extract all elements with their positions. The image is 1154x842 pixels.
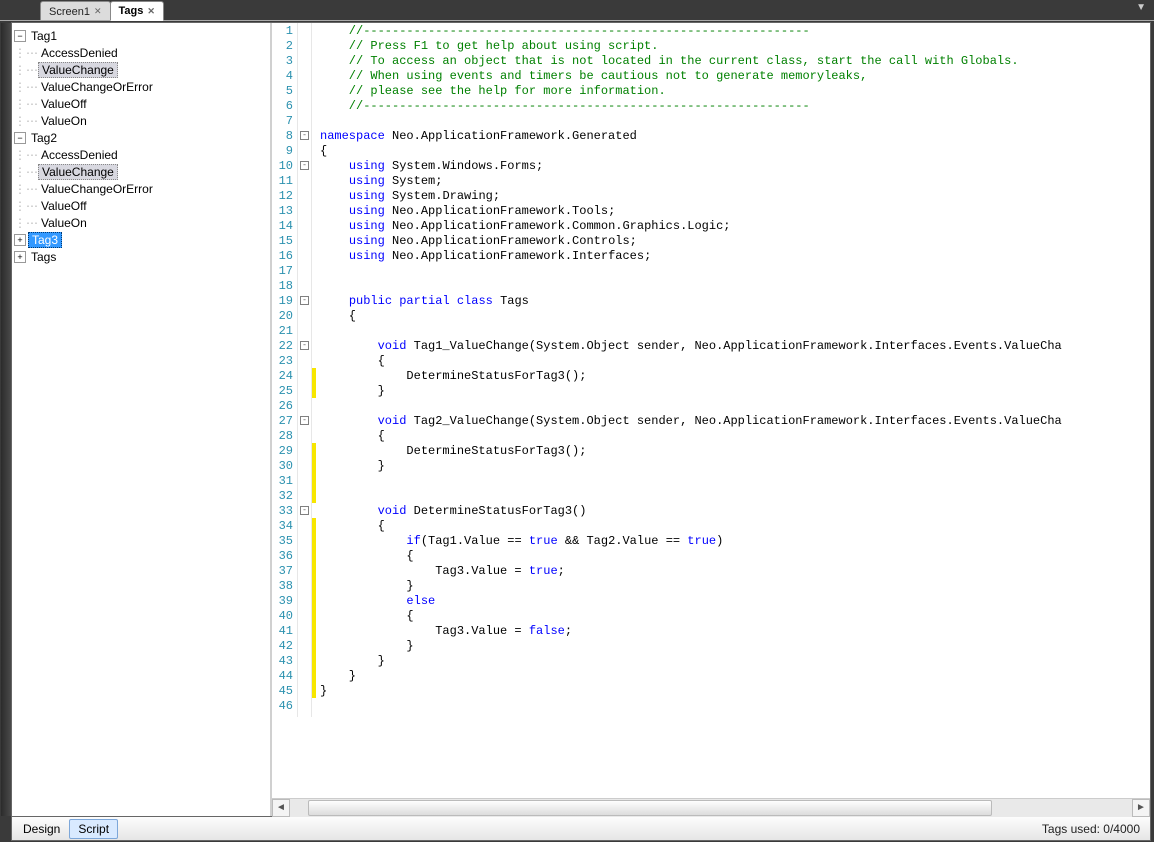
tree-label: ValueChange bbox=[38, 62, 118, 78]
tree-label: Tag1 bbox=[28, 29, 60, 43]
expand-icon[interactable]: + bbox=[14, 234, 26, 246]
tree-node-accessdenied[interactable]: ⋮⋯AccessDenied bbox=[14, 146, 270, 163]
mode-label: Script bbox=[78, 822, 109, 836]
collapse-icon[interactable]: − bbox=[14, 30, 26, 42]
tree-label: ValueOff bbox=[38, 97, 90, 111]
tree-node-valueon[interactable]: ⋮⋯ValueOn bbox=[14, 112, 270, 129]
tree-node-valuechangeorerror[interactable]: ⋮⋯ValueChangeOrError bbox=[14, 180, 270, 197]
tree-node-valuechangeorerror[interactable]: ⋮⋯ValueChangeOrError bbox=[14, 78, 270, 95]
tree-node-valueon[interactable]: ⋮⋯ValueOn bbox=[14, 214, 270, 231]
collapse-icon[interactable]: − bbox=[14, 132, 26, 144]
tree-label: ValueChangeOrError bbox=[38, 80, 156, 94]
code-text[interactable]: //--------------------------------------… bbox=[316, 23, 1062, 717]
close-icon[interactable]: ✕ bbox=[147, 6, 155, 17]
object-tree[interactable]: − Tag1 ⋮⋯AccessDenied ⋮⋯ValueChange ⋮⋯Va… bbox=[12, 23, 272, 816]
tree-node-tags[interactable]: + Tags bbox=[14, 248, 270, 265]
tree-node-valueoff[interactable]: ⋮⋯ValueOff bbox=[14, 197, 270, 214]
document-tab-strip: Screen1 ✕ Tags ✕ ▼ bbox=[0, 0, 1154, 21]
tree-label: Tags bbox=[28, 250, 59, 264]
mode-tabs: Design Script bbox=[12, 817, 118, 840]
scroll-right-icon[interactable]: ► bbox=[1132, 799, 1150, 817]
horizontal-scrollbar[interactable]: ◄ ► bbox=[272, 798, 1150, 816]
tree-label: AccessDenied bbox=[38, 148, 121, 162]
tab-label: Screen1 bbox=[49, 6, 90, 18]
tree-label: ValueOn bbox=[38, 216, 90, 230]
fold-toggle[interactable]: - bbox=[300, 296, 309, 305]
scroll-thumb[interactable] bbox=[308, 800, 992, 816]
scroll-track[interactable] bbox=[290, 799, 1132, 817]
code-scroll[interactable]: 1234567891011121314151617181920212223242… bbox=[272, 23, 1150, 798]
tab-screen1[interactable]: Screen1 ✕ bbox=[40, 1, 111, 21]
mode-design[interactable]: Design bbox=[14, 819, 69, 839]
tree-node-tag2[interactable]: − Tag2 bbox=[14, 129, 270, 146]
tree-node-valueoff[interactable]: ⋮⋯ValueOff bbox=[14, 95, 270, 112]
bottom-bar: Design Script Tags used: 0/4000 bbox=[11, 817, 1151, 841]
line-number-gutter: 1234567891011121314151617181920212223242… bbox=[272, 23, 298, 717]
tree-node-accessdenied[interactable]: ⋮⋯AccessDenied bbox=[14, 44, 270, 61]
tree-node-valuechange[interactable]: ⋮⋯ValueChange bbox=[14, 163, 270, 180]
tree-label: ValueChangeOrError bbox=[38, 182, 156, 196]
tree-label: ValueChange bbox=[38, 164, 118, 180]
tree-node-valuechange[interactable]: ⋮⋯ValueChange bbox=[14, 61, 270, 78]
close-icon[interactable]: ✕ bbox=[94, 6, 102, 17]
fold-toggle[interactable]: - bbox=[300, 506, 309, 515]
tree-label: ValueOff bbox=[38, 199, 90, 213]
tab-label: Tags bbox=[119, 5, 144, 17]
tab-tags[interactable]: Tags ✕ bbox=[110, 1, 164, 21]
app-root: Screen1 ✕ Tags ✕ ▼ − Tag1 ⋮⋯AccessDenied… bbox=[0, 0, 1154, 842]
fold-toggle[interactable]: - bbox=[300, 416, 309, 425]
tree-node-tag3[interactable]: + Tag3 bbox=[14, 231, 270, 248]
work-area: − Tag1 ⋮⋯AccessDenied ⋮⋯ValueChange ⋮⋯Va… bbox=[11, 22, 1151, 817]
tree-label: ValueOn bbox=[38, 114, 90, 128]
mode-label: Design bbox=[23, 822, 60, 836]
fold-gutter[interactable]: - - - - - - bbox=[298, 23, 312, 717]
mode-script[interactable]: Script bbox=[69, 819, 118, 839]
scroll-left-icon[interactable]: ◄ bbox=[272, 799, 290, 817]
tree-node-tag1[interactable]: − Tag1 bbox=[14, 27, 270, 44]
expand-icon[interactable]: + bbox=[14, 251, 26, 263]
tree-label: Tag3 bbox=[28, 232, 62, 248]
fold-toggle[interactable]: - bbox=[300, 341, 309, 350]
dock-rail bbox=[1, 23, 11, 816]
tree-label: AccessDenied bbox=[38, 46, 121, 60]
fold-toggle[interactable]: - bbox=[300, 131, 309, 140]
fold-toggle[interactable]: - bbox=[300, 161, 309, 170]
status-text: Tags used: 0/4000 bbox=[1042, 822, 1150, 836]
tab-menu-icon[interactable]: ▼ bbox=[1136, 2, 1146, 13]
code-editor[interactable]: 1234567891011121314151617181920212223242… bbox=[272, 23, 1150, 816]
tree-label: Tag2 bbox=[28, 131, 60, 145]
